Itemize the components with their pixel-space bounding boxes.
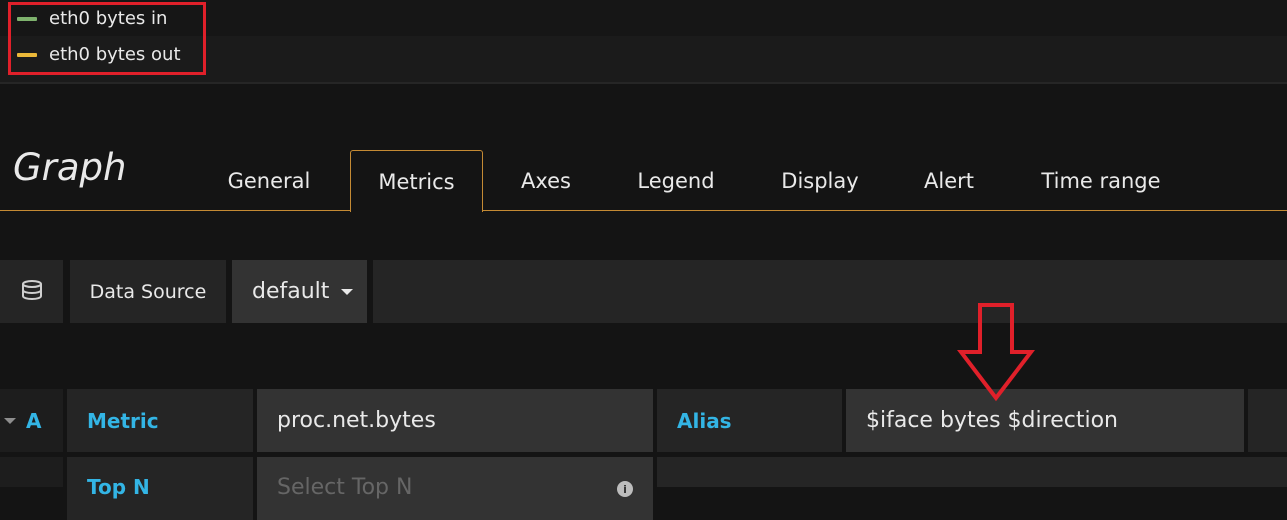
legend-item-bytes-out[interactable]: eth0 bytes out: [17, 44, 181, 65]
datasource-select[interactable]: default: [232, 260, 367, 323]
metric-label: Metric: [67, 389, 253, 452]
legend-item-label: eth0 bytes out: [49, 44, 181, 65]
tab-metrics[interactable]: Metrics: [350, 150, 483, 212]
query-row-filler: [657, 457, 1287, 487]
legend-row: [0, 36, 1287, 82]
topn-label: Top N: [67, 457, 253, 520]
tab-display[interactable]: Display: [762, 150, 878, 211]
query-row-gutter: [0, 457, 63, 487]
legend-row: [0, 0, 1287, 36]
series-color-swatch: [17, 16, 37, 21]
panel-type-title: Graph: [13, 146, 127, 189]
query-row-filler: [1248, 389, 1287, 452]
datasource-label: Data Source: [70, 260, 226, 323]
legend-item-bytes-in[interactable]: eth0 bytes in: [17, 8, 167, 29]
alias-label: Alias: [657, 389, 842, 452]
metric-input[interactable]: proc.net.bytes: [257, 389, 653, 452]
topn-info-wrap: i: [257, 457, 653, 520]
legend-item-label: eth0 bytes in: [49, 8, 168, 29]
datasource-row-filler: [373, 260, 1287, 323]
info-icon[interactable]: i: [617, 481, 633, 497]
series-color-swatch: [17, 52, 37, 57]
tab-legend[interactable]: Legend: [620, 150, 732, 211]
database-icon: [21, 279, 43, 305]
caret-down-icon: [4, 417, 16, 424]
tab-time-range[interactable]: Time range: [1022, 150, 1180, 211]
caret-down-icon: [341, 288, 354, 295]
tab-alert[interactable]: Alert: [905, 150, 993, 211]
query-collapse-toggle[interactable]: A: [0, 389, 63, 452]
tab-axes[interactable]: Axes: [500, 150, 592, 211]
datasource-icon-cell: [0, 260, 63, 323]
tab-general[interactable]: General: [206, 150, 332, 211]
datasource-value: default: [252, 279, 330, 304]
query-ref-id: A: [26, 408, 42, 433]
alias-input[interactable]: $iface bytes $direction: [846, 389, 1244, 452]
